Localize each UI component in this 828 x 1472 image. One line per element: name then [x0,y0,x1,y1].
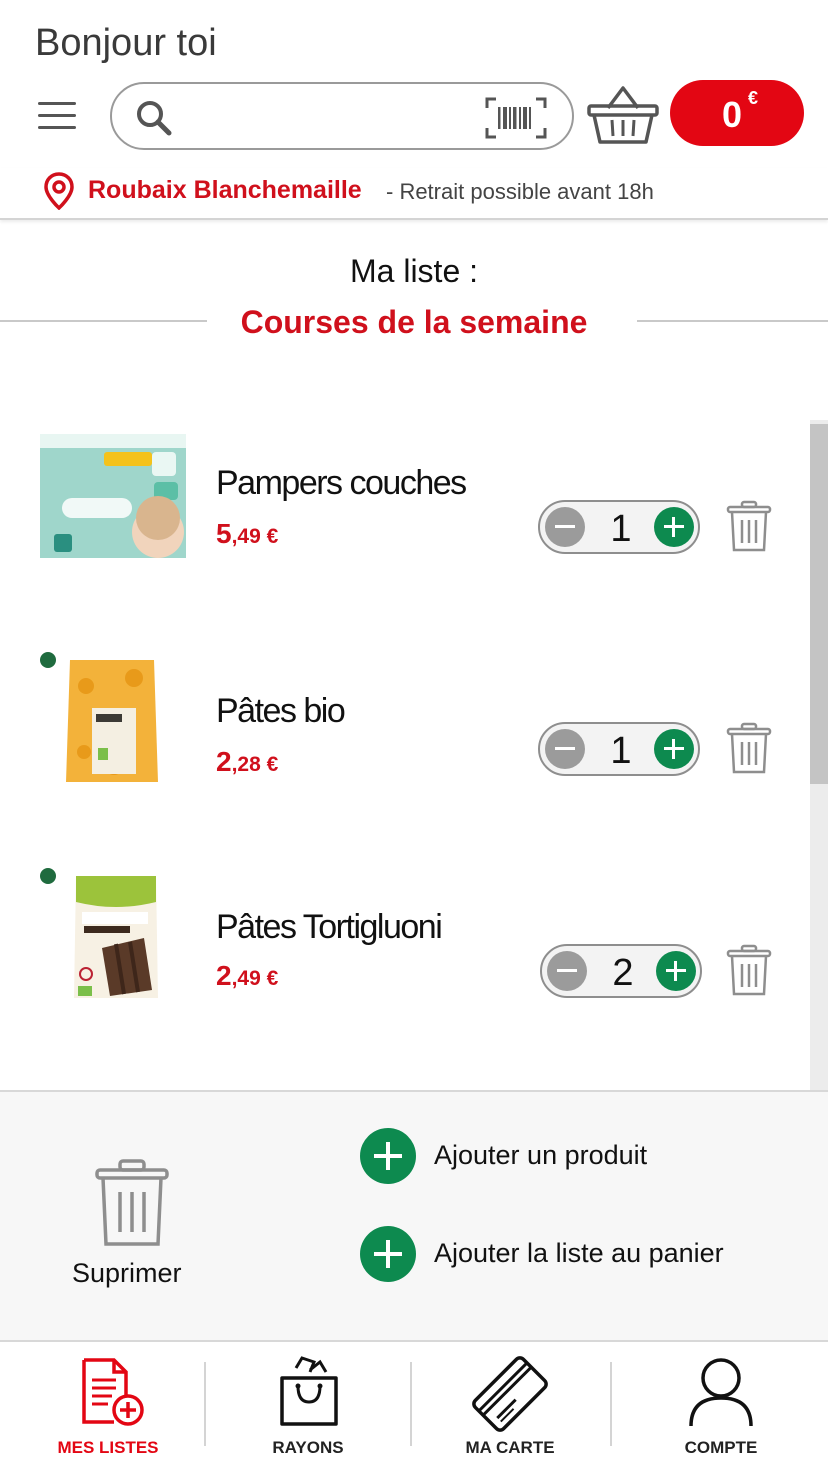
product-name[interactable]: Pâtes Tortigluoni [216,908,443,947]
store-name[interactable]: Roubaix Blanchemaille [88,176,362,205]
barcode-scan-icon[interactable] [484,96,548,140]
pickup-note: - Retrait possible avant 18h [386,179,654,204]
quantity-stepper: 2 [540,944,702,998]
cart-currency: € [748,88,759,108]
scrollbar-thumb[interactable] [810,424,828,784]
loyalty-card-icon [472,1356,548,1432]
divider [637,320,828,322]
add-list-to-cart-label[interactable]: Ajouter la liste au panier [434,1238,724,1269]
quantity-value: 1 [610,730,632,772]
nav-label: RAYONS [272,1438,344,1457]
cart-total-button[interactable]: 0 € [670,80,804,146]
divider [610,1362,612,1446]
product-price: 2,28 € [216,746,279,777]
bio-badge-icon [40,868,56,884]
trash-icon[interactable] [726,944,772,998]
decrease-quantity-button[interactable] [547,951,587,991]
add-product-button[interactable]: Ajouter un produit [360,1128,800,1186]
decrease-quantity-button[interactable] [545,729,585,769]
list-title: Courses de la semaine [240,304,588,340]
delete-list-label[interactable]: Suprimer [72,1258,182,1289]
store-selector[interactable]: Roubaix Blanchemaille - Retrait possible… [0,168,828,220]
shopping-bag-icon [280,1356,338,1426]
list-add-icon [82,1358,144,1426]
nav-label: COMPTE [684,1438,758,1457]
product-image-pasta[interactable] [64,656,160,786]
search-bar[interactable] [110,82,574,150]
quantity-stepper: 1 [538,500,700,554]
scrollbar[interactable] [810,420,828,1092]
plus-circle-icon[interactable] [360,1128,416,1184]
plus-circle-icon[interactable] [360,1226,416,1282]
basket-icon[interactable] [586,84,660,148]
divider [204,1362,206,1446]
list-item: Pampers couches 5,49 € 1 [0,420,810,620]
nav-tab-rayons[interactable]: RAYONS [208,1342,408,1472]
user-icon [689,1358,753,1427]
quantity-stepper: 1 [538,722,700,776]
quantity-value: 1 [610,508,632,550]
nav-tab-ma-carte[interactable]: MA CARTE [410,1342,610,1472]
trash-icon[interactable] [726,722,772,776]
search-input[interactable] [186,96,476,136]
product-price: 5,49 € [216,518,279,549]
menu-button[interactable] [38,102,78,130]
list-label: Ma liste : [349,253,479,289]
screen: Bonjour toi 0 € Roubaix Blanchemaille - … [0,0,828,1472]
cart-amount: 0 [722,94,743,135]
nav-label: MES LISTES [57,1438,159,1457]
product-name[interactable]: Pâtes bio [216,692,346,731]
list-item: Pâtes bio 2,28 € 1 [0,648,810,848]
add-list-to-cart-button[interactable]: Ajouter la liste au panier [360,1226,800,1284]
nav-tab-mes-listes[interactable]: MES LISTES [8,1342,208,1472]
add-product-label[interactable]: Ajouter un produit [434,1140,647,1171]
trash-icon[interactable] [726,500,772,554]
trash-icon[interactable] [94,1158,170,1250]
list-actions-panel: Suprimer Ajouter un produit Ajouter la l… [0,1090,828,1340]
increase-quantity-button[interactable] [656,951,696,991]
nav-label: MA CARTE [465,1438,555,1457]
list-item: Pâtes Tortigluoni 2,49 € 2 [0,864,810,1064]
product-image-tortiglioni[interactable] [72,872,160,1002]
nav-tab-compte[interactable]: COMPTE [614,1342,828,1472]
product-image-diapers[interactable] [40,434,186,558]
greeting-title: Bonjour toi [35,22,217,64]
bottom-navigation: MES LISTES RAYONS MA CARTE COMPTE [0,1340,828,1472]
product-price: 2,49 € [216,960,279,991]
decrease-quantity-button[interactable] [545,507,585,547]
increase-quantity-button[interactable] [654,729,694,769]
quantity-value: 2 [612,952,634,994]
search-icon[interactable] [134,98,174,138]
increase-quantity-button[interactable] [654,507,694,547]
bio-badge-icon [40,652,56,668]
location-pin-icon [44,172,74,210]
product-name[interactable]: Pampers couches [216,464,467,503]
